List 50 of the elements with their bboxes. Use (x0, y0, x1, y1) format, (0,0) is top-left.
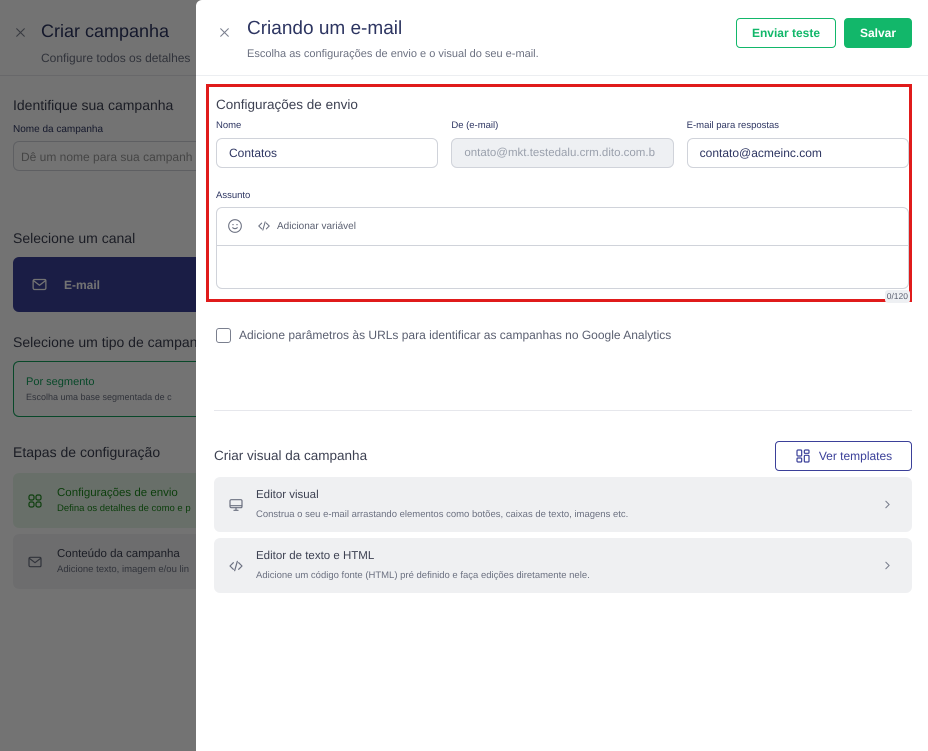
step-title: Configurações de envio (57, 486, 179, 501)
character-counter: 0/120 (884, 290, 910, 302)
section-heading: Configurações de envio (216, 96, 359, 114)
card-title: Por segmento (26, 375, 96, 390)
option-title: Editor de texto e HTML (256, 549, 376, 564)
channel-option[interactable]: E-mail (13, 257, 196, 312)
field-label: De (e-mail) (451, 119, 500, 134)
save-button[interactable]: Salvar (844, 18, 912, 48)
send-test-button[interactable]: Enviar teste (736, 18, 836, 48)
field-label: Nome (216, 119, 242, 134)
input-field[interactable]: Contatos (216, 138, 438, 168)
section-heading: Identifique sua campanha (13, 96, 174, 115)
editor-option[interactable]: Editor de texto e HTML Adicione um código fonte (HTML) pré definido e faça edições diretamente nele. (214, 538, 912, 593)
section-heading: Etapas de configuração (13, 443, 162, 462)
drawer-subtitle: Escolha as configurações de envio e o visual do seu e-mail. (247, 47, 540, 62)
mail-icon (27, 554, 43, 570)
close-icon (14, 26, 27, 40)
step-item[interactable]: Configurações de envio Defina os detalhes de como e p (13, 473, 196, 528)
step-title: Conteúdo da campanha (57, 546, 181, 562)
checkbox-label: Adicione parâmetros às URLs para identificar as campanhas no Google Analytics (239, 327, 672, 344)
view-templates-button[interactable]: Ver templates (775, 441, 912, 471)
grid-icon (27, 492, 43, 508)
monitor-icon (228, 496, 244, 512)
add-variable-button[interactable]: Adicionar variável (257, 218, 356, 234)
drawer-title: Criando um e-mail (247, 18, 404, 40)
step-description: Adicione texto, imagem e/ou lin (57, 563, 190, 577)
input-field[interactable]: contato@acmeinc.com (686, 138, 909, 168)
code-icon (228, 558, 244, 574)
option-title: Editor visual (256, 488, 320, 504)
layout-icon (794, 448, 811, 464)
smiley-icon (227, 218, 243, 234)
page-title: Criar campanha (41, 20, 170, 43)
field-label: E-mail para respostas (686, 119, 780, 134)
step-description: Defina os detalhes de como e p (57, 502, 191, 516)
option-description: Adicione um código fonte (HTML) pré definido e faça edições diretamente nele. (256, 568, 591, 582)
emoji-button[interactable] (227, 218, 243, 234)
section-heading: Criar visual da campanha (214, 446, 368, 465)
editor-option[interactable]: Editor visual Construa o seu e-mail arrastando elementos como botões, caixas de texto, imagens etc. (214, 477, 912, 532)
field-label: Assunto (216, 188, 252, 202)
option-description: Construa o seu e-mail arrastando elementos como botões, caixas de texto, imagens etc. (256, 508, 630, 522)
mail-icon (31, 276, 48, 293)
subject-field[interactable]: Adicionar variável (216, 206, 909, 289)
card-description: Escolha uma base segmentada de c (26, 390, 173, 404)
section-heading: Selecione um canal (13, 229, 136, 248)
field-label: Nome da campanha (13, 123, 104, 137)
close-icon (218, 26, 231, 40)
page-subtitle: Configure todos os detalhes (41, 50, 190, 67)
checkbox[interactable] (216, 328, 231, 342)
code-icon (257, 219, 271, 234)
step-item[interactable]: Conteúdo da campanha Adicione texto, imagem e/ou lin (13, 534, 196, 589)
